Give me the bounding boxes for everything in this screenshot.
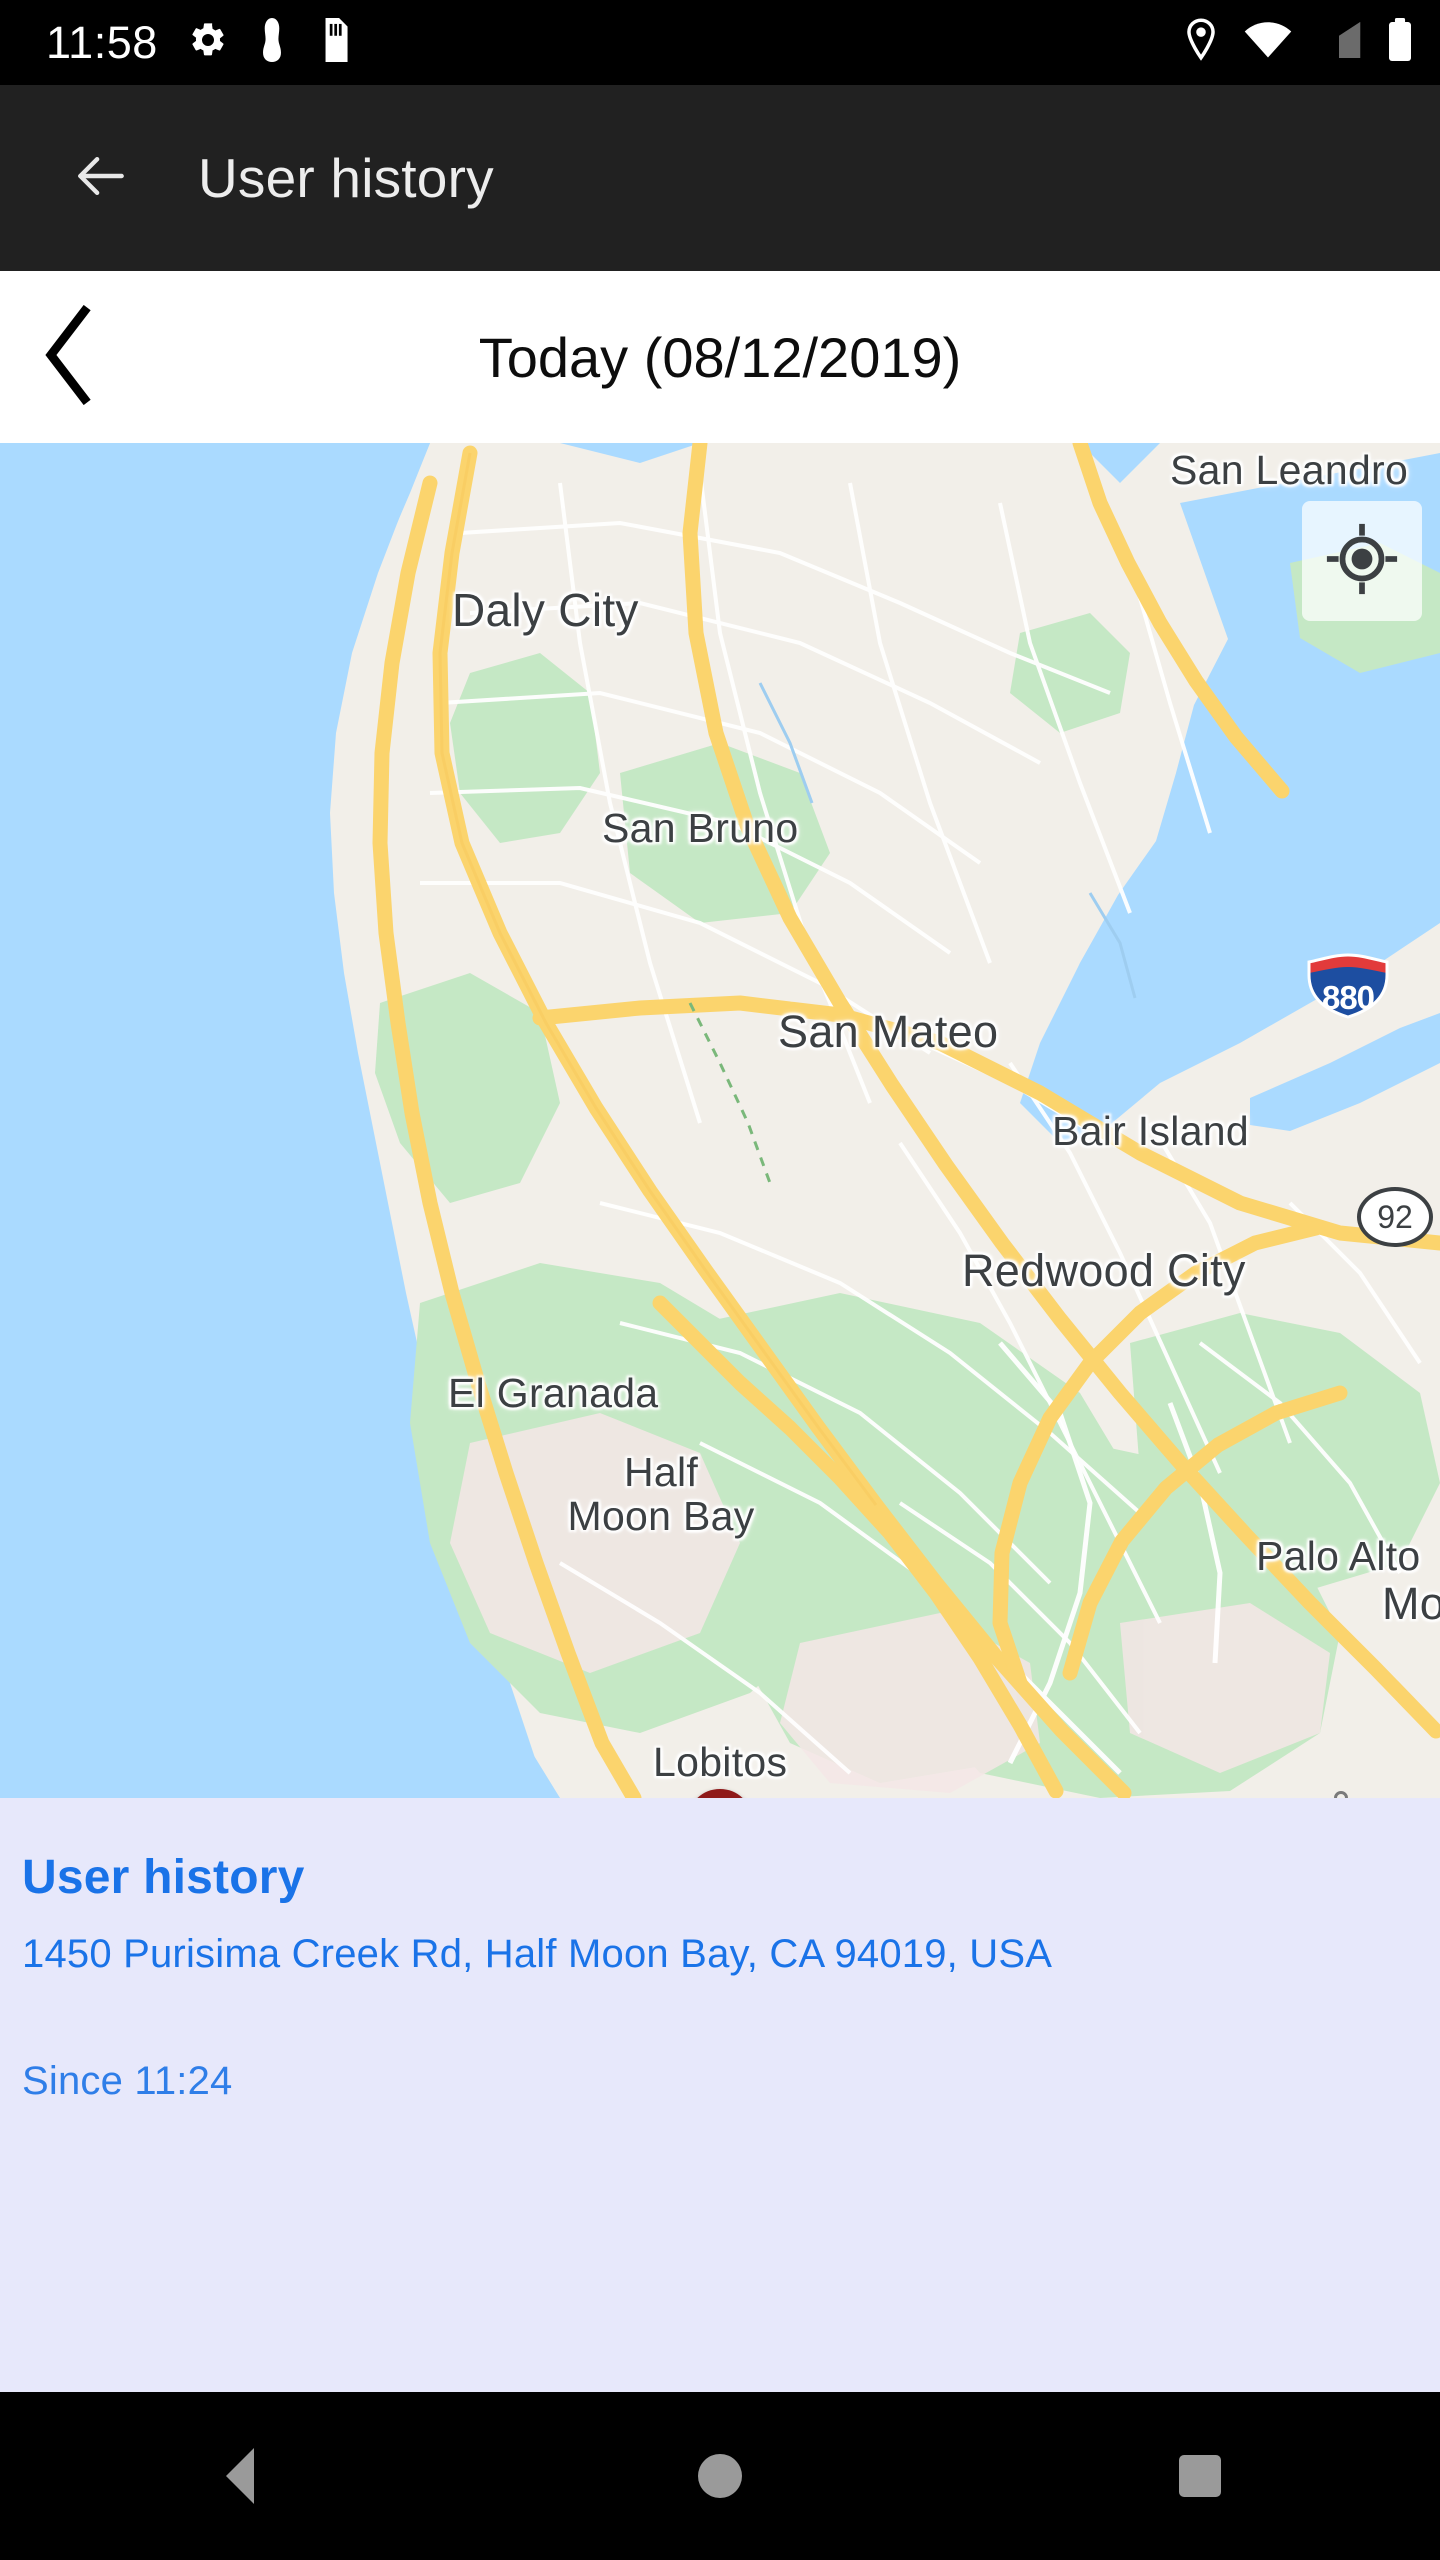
map-label-line2: Moon Bay <box>567 1492 755 1539</box>
wifi-icon <box>1244 20 1292 65</box>
nav-back-triangle-icon <box>226 2448 254 2504</box>
previous-day-button[interactable] <box>26 293 112 421</box>
date-header: Today (08/12/2019) <box>0 271 1440 443</box>
my-location-crosshair-icon <box>1323 520 1401 603</box>
map-label: Bair Island <box>1052 1108 1250 1154</box>
android-notification-icon <box>254 18 290 67</box>
battery-icon <box>1386 18 1414 67</box>
nav-home-button[interactable] <box>640 2396 800 2556</box>
status-bar: 11:58 <box>0 0 1440 85</box>
map-label: San Bruno <box>602 805 799 851</box>
info-panel-since: Since 11:24 <box>22 2059 233 2103</box>
nav-home-circle-icon <box>698 2454 742 2498</box>
nav-back-button[interactable] <box>160 2396 320 2556</box>
highway-shield-number: 92 <box>1377 1198 1413 1235</box>
map-poi-dot <box>1334 1791 1348 1798</box>
android-navigation-bar <box>0 2392 1440 2560</box>
map-label: Daly City <box>452 584 639 636</box>
status-bar-clock: 11:58 <box>46 17 158 68</box>
status-bar-left-icons <box>188 18 352 67</box>
map-view[interactable]: San Leandro Daly City San Bruno San Mate… <box>0 443 1440 1798</box>
map-label: El Granada <box>448 1370 659 1416</box>
map-label: Mo <box>1382 1578 1440 1629</box>
status-bar-right-icons <box>1182 17 1414 68</box>
settings-gear-icon <box>188 20 228 65</box>
map-label-line1: Half <box>623 1449 699 1495</box>
map-label: Palo Alto <box>1256 1533 1421 1579</box>
chevron-left-icon <box>38 304 100 410</box>
history-info-panel: User history 1450 Purisima Creek Rd, Hal… <box>0 1798 1440 2392</box>
info-panel-address: 1450 Purisima Creek Rd, Half Moon Bay, C… <box>22 1932 1053 1976</box>
nav-recents-square-icon <box>1179 2455 1221 2497</box>
back-button[interactable] <box>46 123 156 233</box>
interstate-shield-880: 880 <box>1305 953 1391 1019</box>
highway-shield-92: 92 <box>1357 1187 1433 1247</box>
arrow-back-icon <box>70 145 132 212</box>
nav-recents-button[interactable] <box>1120 2396 1280 2556</box>
sim-card-icon <box>316 18 352 67</box>
interstate-shield-number: 880 <box>1321 979 1375 1016</box>
cell-signal-icon <box>1316 20 1362 65</box>
app-bar: User history <box>0 85 1440 271</box>
map-label: Half Moon Bay <box>556 1449 766 1539</box>
page-title: User history <box>198 147 494 209</box>
map-label: San Leandro <box>1170 447 1409 493</box>
info-panel-title: User history <box>22 1851 305 1904</box>
phone-screen: 11:58 User history Today (08/12/2019) Sa… <box>0 0 1440 2560</box>
location-pin-icon <box>1182 17 1220 68</box>
date-header-label: Today (08/12/2019) <box>478 325 962 389</box>
map-label: Redwood City <box>962 1245 1246 1296</box>
my-location-button[interactable] <box>1302 501 1422 621</box>
map-label: San Mateo <box>778 1006 999 1057</box>
map-label: Lobitos <box>653 1739 788 1785</box>
